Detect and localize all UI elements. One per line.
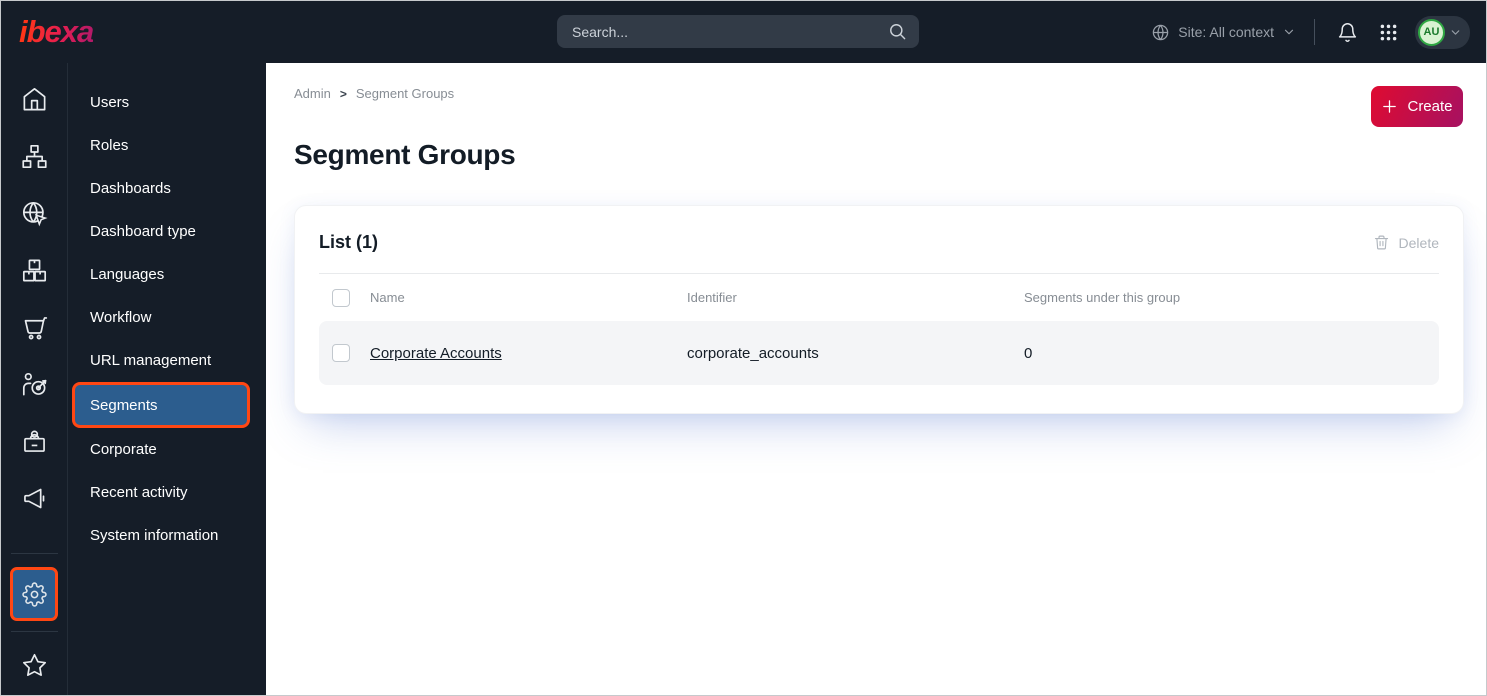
table-header-row: Name Identifier Segments under this grou… [319, 274, 1439, 321]
delete-button[interactable]: Delete [1373, 234, 1439, 251]
sidebar-item-admin-active[interactable] [10, 567, 58, 621]
globe-cursor-icon [21, 200, 48, 227]
create-button-label: Create [1407, 98, 1453, 115]
badge-icon [21, 428, 48, 455]
chevron-down-icon [1449, 26, 1462, 39]
segment-groups-list-card: List (1) Delete Name Identifier Segments… [294, 205, 1464, 414]
sitemap-icon [21, 143, 48, 170]
rail-divider [10, 631, 58, 632]
segment-group-identifier: corporate_accounts [687, 344, 819, 362]
app-switcher-button[interactable] [1374, 18, 1403, 47]
sidebar-item-home[interactable] [14, 79, 54, 119]
menu-item-roles[interactable]: Roles [68, 124, 266, 167]
menu-item-languages[interactable]: Languages [68, 253, 266, 296]
global-search [557, 15, 919, 48]
bell-icon [1337, 22, 1358, 43]
list-title: List (1) [319, 232, 379, 252]
rail-bottom [1, 553, 67, 695]
sidebar-item-products[interactable] [14, 250, 54, 290]
sidebar-item-commerce[interactable] [14, 307, 54, 347]
topbar-right: Site: All context AU [1151, 1, 1470, 63]
megaphone-icon [21, 485, 48, 512]
segment-group-name-link[interactable]: Corporate Accounts [370, 345, 502, 362]
breadcrumb: Admin > Segment Groups [294, 86, 454, 101]
search-input[interactable] [557, 15, 919, 48]
main-content: Admin > Segment Groups Segment Groups Cr… [266, 63, 1486, 695]
plus-icon [1381, 98, 1398, 115]
topbar-divider [1314, 19, 1315, 45]
user-menu[interactable]: AU [1415, 15, 1470, 49]
rail-divider [10, 553, 58, 554]
avatar: AU [1418, 18, 1445, 46]
site-context-dropdown[interactable]: Site: All context [1151, 23, 1296, 42]
icon-rail [1, 63, 68, 695]
trash-icon [1373, 234, 1390, 251]
menu-item-recent-activity[interactable]: Recent activity [68, 471, 266, 514]
menu-item-workflow[interactable]: Workflow [68, 296, 266, 339]
personalization-target-icon [21, 371, 48, 398]
menu-item-dashboard-type[interactable]: Dashboard type [68, 210, 266, 253]
page-title: Segment Groups [294, 139, 516, 170]
column-header-segments-count: Segments under this group [1024, 290, 1181, 305]
menu-item-system-information[interactable]: System information [68, 514, 266, 557]
globe-icon [1151, 23, 1170, 42]
chevron-down-icon [1282, 25, 1296, 39]
create-button[interactable]: Create [1371, 86, 1463, 127]
column-header-identifier: Identifier [687, 290, 737, 305]
segment-groups-table: Name Identifier Segments under this grou… [295, 274, 1463, 413]
sidebar-item-personalization[interactable] [14, 364, 54, 404]
table-row: Corporate Accounts corporate_accounts 0 [319, 321, 1439, 385]
home-icon [21, 86, 48, 113]
card-header: List (1) Delete [295, 206, 1463, 273]
sidebar-item-content-structure[interactable] [14, 136, 54, 176]
notifications-button[interactable] [1333, 18, 1362, 47]
segment-group-segments-count: 0 [1024, 344, 1033, 362]
search-icon[interactable] [888, 22, 907, 41]
row-checkbox[interactable] [332, 344, 350, 362]
site-context-label: Site: All context [1178, 24, 1274, 40]
cart-icon [21, 314, 48, 341]
ibexa-admin-window: ibexa Site: All context [0, 0, 1487, 696]
app-grid-icon [1378, 22, 1399, 43]
ibexa-logo[interactable]: ibexa [19, 14, 94, 50]
sidebar-item-marketing[interactable] [14, 478, 54, 518]
packages-icon [21, 257, 48, 284]
sidebar-item-bookmarks[interactable] [14, 645, 54, 685]
menu-item-url-management[interactable]: URL management [68, 339, 266, 382]
star-icon [21, 652, 48, 679]
select-all-checkbox[interactable] [332, 288, 350, 307]
topbar: ibexa Site: All context [1, 1, 1486, 63]
menu-item-segments[interactable]: Segments [72, 382, 250, 428]
breadcrumb-admin[interactable]: Admin [294, 86, 331, 101]
column-header-name: Name [370, 290, 405, 305]
gear-icon [21, 581, 47, 607]
breadcrumb-separator: > [339, 86, 347, 101]
breadcrumb-segment-groups[interactable]: Segment Groups [356, 86, 454, 101]
admin-menu: Users Roles Dashboards Dashboard type La… [68, 63, 266, 695]
menu-item-dashboards[interactable]: Dashboards [68, 167, 266, 210]
menu-item-corporate[interactable]: Corporate [68, 428, 266, 471]
sidebar-item-site[interactable] [14, 193, 54, 233]
app-shell: Users Roles Dashboards Dashboard type La… [1, 63, 1486, 695]
menu-item-users[interactable]: Users [68, 81, 266, 124]
delete-button-label: Delete [1398, 234, 1439, 251]
sidebar-item-customer-portal[interactable] [14, 421, 54, 461]
